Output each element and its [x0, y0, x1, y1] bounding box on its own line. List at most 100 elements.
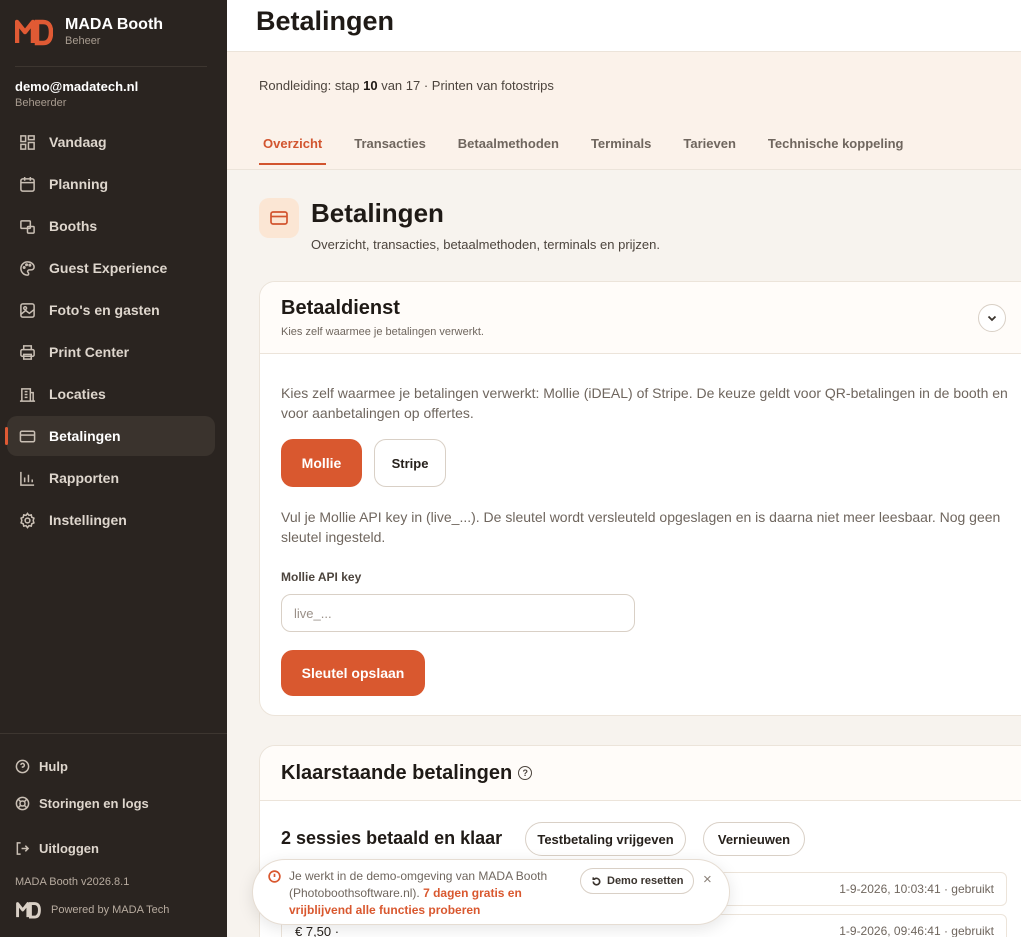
demo-toast: Je werkt in de demo-omgeving van MADA Bo… [252, 859, 730, 925]
tab-terminals[interactable]: Terminals [587, 136, 655, 165]
top-header: Betalingen [227, 0, 1021, 52]
logs-label: Storingen en logs [39, 796, 149, 811]
sessions-count: 2 sessies betaald en klaar [281, 828, 503, 848]
palette-icon [19, 260, 36, 277]
sidebar-item-label: Betalingen [49, 428, 121, 444]
page-icon [259, 198, 299, 238]
sidebar-item-label: Print Center [49, 344, 130, 360]
user-email: demo@madatech.nl [15, 79, 139, 94]
tab-bar: Overzicht Transacties Betaalmethoden Ter… [259, 136, 907, 165]
demo-reset-button[interactable]: Demo resetten [580, 868, 695, 894]
sidebar-item-locaties[interactable]: Locaties [7, 374, 215, 414]
sidebar: MADA Booth Beheer demo@madatech.nl Behee… [0, 0, 227, 937]
brand-name: MADA Booth [65, 16, 164, 33]
sidebar-item-label: Planning [49, 176, 109, 192]
provider-selector: Mollie Stripe [281, 439, 446, 487]
info-icon [268, 870, 281, 883]
header-title: Betalingen [256, 6, 395, 36]
user-info: demo@madatech.nl Beheerder [15, 79, 138, 109]
sidebar-item-print-center[interactable]: Print Center [7, 332, 215, 372]
collapse-button[interactable] [978, 304, 1006, 332]
logout-button[interactable]: Uitloggen [15, 841, 99, 856]
sidebar-item-betalingen[interactable]: Betalingen [5, 416, 215, 456]
help-link[interactable]: Hulp [15, 759, 68, 774]
tab-overzicht[interactable]: Overzicht [259, 136, 327, 165]
tab-transacties[interactable]: Transacties [350, 136, 430, 165]
card-header: Klaarstaande betalingen? [260, 746, 1021, 801]
demo-reset-label: Demo resetten [607, 875, 684, 887]
tour-rest: van 17 · Printen van fotostrips [381, 78, 554, 93]
brand[interactable]: MADA Booth Beheer [15, 16, 163, 47]
provider-description: Kies zelf waarmee je betalingen verwerkt… [281, 385, 1008, 421]
powered-label: Powered by MADA Tech [51, 904, 170, 916]
sidebar-item-instellingen[interactable]: Instellingen [7, 500, 215, 540]
sidebar-item-rapporten[interactable]: Rapporten [7, 458, 215, 498]
image-icon [19, 302, 36, 319]
provider-mollie-button[interactable]: Mollie [281, 439, 362, 487]
key-info-text: Vul je Mollie API key in (live_...). De … [281, 509, 1001, 545]
api-key-label: Mollie API key [281, 570, 362, 584]
gear-icon [19, 511, 36, 529]
tour-band: Rondleiding: stap 10 van 17 · Printen va… [227, 52, 1021, 170]
tab-technische-koppeling[interactable]: Technische koppeling [764, 136, 908, 165]
row-meta: 1-9-2026, 09:46:41 · gebruikt [839, 924, 994, 937]
help-icon[interactable]: ? [518, 766, 533, 780]
sidebar-nav: Vandaag Planning Booths Guest Experience… [5, 122, 215, 542]
sidebar-item-label: Vandaag [49, 134, 107, 150]
sidebar-item-booths[interactable]: Booths [7, 206, 215, 246]
brand-subtitle: Beheer [65, 35, 101, 47]
printer-icon [19, 344, 36, 361]
release-test-payment-button[interactable]: Testbetaling vrijgeven [525, 822, 686, 856]
bar-chart-icon [19, 470, 36, 487]
card-title-text: Klaarstaande betalingen [281, 762, 513, 784]
refresh-button[interactable]: Vernieuwen [703, 822, 805, 856]
sidebar-item-label: Foto's en gasten [49, 302, 160, 318]
sidebar-item-label: Locaties [49, 386, 106, 402]
sidebar-divider [15, 66, 207, 67]
lifebuoy-icon [15, 796, 30, 811]
version-label: MADA Booth v2026.8.1 [15, 876, 130, 888]
tour-step: 10 [363, 78, 378, 93]
chevron-down-icon [987, 315, 997, 322]
tab-tarieven[interactable]: Tarieven [679, 136, 740, 165]
credit-card-icon [19, 428, 36, 445]
calendar-icon [19, 176, 36, 193]
credit-card-icon [270, 211, 288, 225]
help-label: Hulp [39, 759, 68, 774]
card-title: Klaarstaande betalingen? [281, 762, 533, 785]
tab-betaalmethoden[interactable]: Betaalmethoden [454, 136, 563, 165]
dashboard-icon [19, 134, 36, 151]
card-subtitle: Kies zelf waarmee je betalingen verwerkt… [281, 326, 484, 338]
provider-stripe-button[interactable]: Stripe [374, 439, 446, 487]
page-subtitle: Overzicht, transacties, betaalmethoden, … [311, 237, 661, 252]
row-amount: € 7,50 · [295, 924, 340, 937]
sidebar-item-label: Guest Experience [49, 260, 168, 276]
sidebar-item-fotos-en-gasten[interactable]: Foto's en gasten [7, 290, 215, 330]
page-title: Betalingen [311, 198, 444, 228]
payment-service-card: Betaaldienst Kies zelf waarmee je betali… [259, 281, 1021, 716]
sidebar-divider [0, 733, 227, 734]
sidebar-item-label: Rapporten [49, 470, 119, 486]
mada-tech-logo [16, 902, 41, 919]
tour-progress: Rondleiding: stap 10 van 17 · Printen va… [259, 78, 554, 93]
row-meta: 1-9-2026, 10:03:41 · gebruikt [839, 882, 994, 896]
save-key-button[interactable]: Sleutel opslaan [281, 650, 425, 696]
sidebar-item-vandaag[interactable]: Vandaag [7, 122, 215, 162]
building-icon [19, 386, 36, 403]
toast-message: Je werkt in de demo-omgeving van MADA Bo… [289, 868, 571, 919]
sidebar-item-guest-experience[interactable]: Guest Experience [7, 248, 215, 288]
sidebar-item-planning[interactable]: Planning [7, 164, 215, 204]
api-key-input[interactable] [281, 594, 635, 632]
close-icon[interactable]: × [703, 871, 712, 888]
sidebar-item-label: Booths [49, 218, 98, 234]
card-header: Betaaldienst Kies zelf waarmee je betali… [260, 282, 1021, 354]
user-role: Beheerder [15, 97, 67, 109]
powered-by[interactable]: Powered by MADA Tech [15, 901, 169, 919]
reset-icon [592, 876, 601, 886]
booth-icon [19, 218, 36, 235]
logout-icon [16, 842, 30, 855]
help-icon [15, 759, 30, 774]
card-title: Betaaldienst [281, 297, 400, 319]
logs-link[interactable]: Storingen en logs [15, 796, 149, 811]
logout-label: Uitloggen [39, 841, 99, 856]
